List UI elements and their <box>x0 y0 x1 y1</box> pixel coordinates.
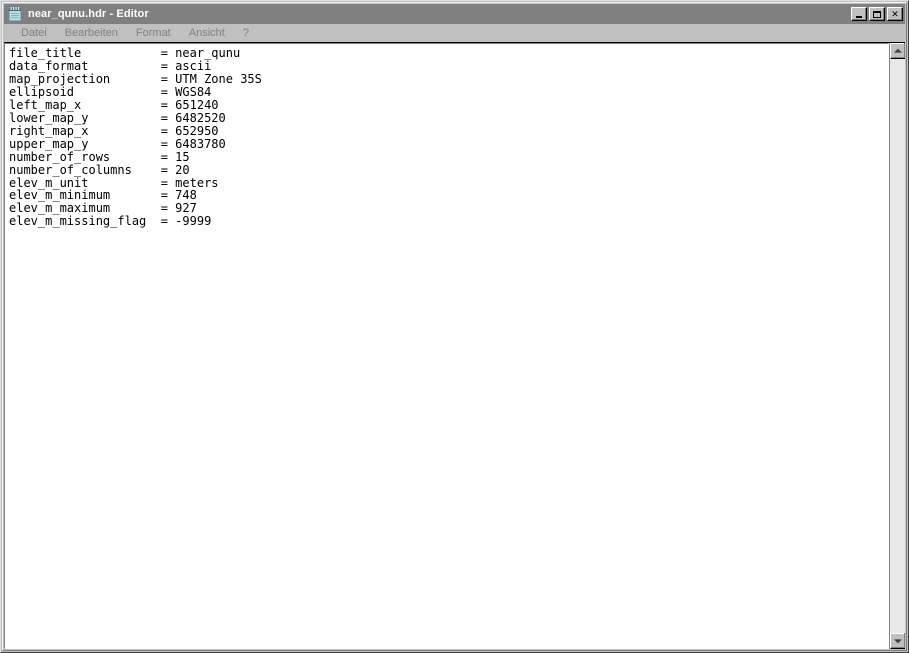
text-line: data_format = ascii <box>9 58 212 73</box>
down-arrow-icon <box>893 639 902 644</box>
title-bar[interactable]: near_qunu.hdr - Editor ✕ <box>4 4 905 24</box>
scroll-up-button[interactable] <box>890 43 905 59</box>
menu-item-ansicht[interactable]: Ansicht <box>180 25 234 42</box>
menu-item-format[interactable]: Format <box>127 25 180 42</box>
scroll-down-button[interactable] <box>890 633 905 649</box>
menu-bar: Datei Bearbeiten Format Ansicht ? <box>4 25 905 43</box>
up-arrow-icon <box>893 48 902 53</box>
maximize-icon <box>870 8 884 20</box>
text-line: elev_m_missing_flag = -9999 <box>9 214 212 229</box>
scrollbar-track[interactable] <box>890 59 905 633</box>
menu-item-datei[interactable]: Datei <box>12 25 56 42</box>
window-inner-frame: near_qunu.hdr - Editor ✕ Datei Bearbeite… <box>2 2 907 651</box>
menu-item-bearbeiten[interactable]: Bearbeiten <box>56 25 127 42</box>
editor-window: near_qunu.hdr - Editor ✕ Datei Bearbeite… <box>0 0 909 653</box>
window-title: near_qunu.hdr - Editor <box>28 8 149 20</box>
vertical-scrollbar[interactable] <box>889 43 905 649</box>
text-line: map_projection = UTM Zone 35S <box>9 71 262 86</box>
close-icon: ✕ <box>891 8 899 19</box>
text-line: upper_map_y = 6483780 <box>9 136 226 151</box>
text-line: file_title = near_qunu <box>9 46 241 60</box>
close-button[interactable]: ✕ <box>887 7 903 21</box>
text-line: number_of_columns = 20 <box>9 162 190 177</box>
menu-item-help[interactable]: ? <box>234 25 258 42</box>
notepad-icon <box>7 6 23 22</box>
text-line: ellipsoid = WGS84 <box>9 84 212 99</box>
text-editor-frame: file_title = near_qunu data_format = asci… <box>4 43 889 649</box>
text-line: right_map_x = 652950 <box>9 123 219 138</box>
window-controls: ✕ <box>851 7 903 21</box>
minimize-icon <box>852 8 866 20</box>
text-line: number_of_rows = 15 <box>9 149 190 164</box>
text-line: lower_map_y = 6482520 <box>9 110 226 125</box>
text-editor[interactable]: file_title = near_qunu data_format = asci… <box>5 44 888 648</box>
minimize-button[interactable] <box>851 7 867 21</box>
text-line: left_map_x = 651240 <box>9 97 219 112</box>
client-area: file_title = near_qunu data_format = asci… <box>4 43 905 649</box>
maximize-button[interactable] <box>869 7 885 21</box>
